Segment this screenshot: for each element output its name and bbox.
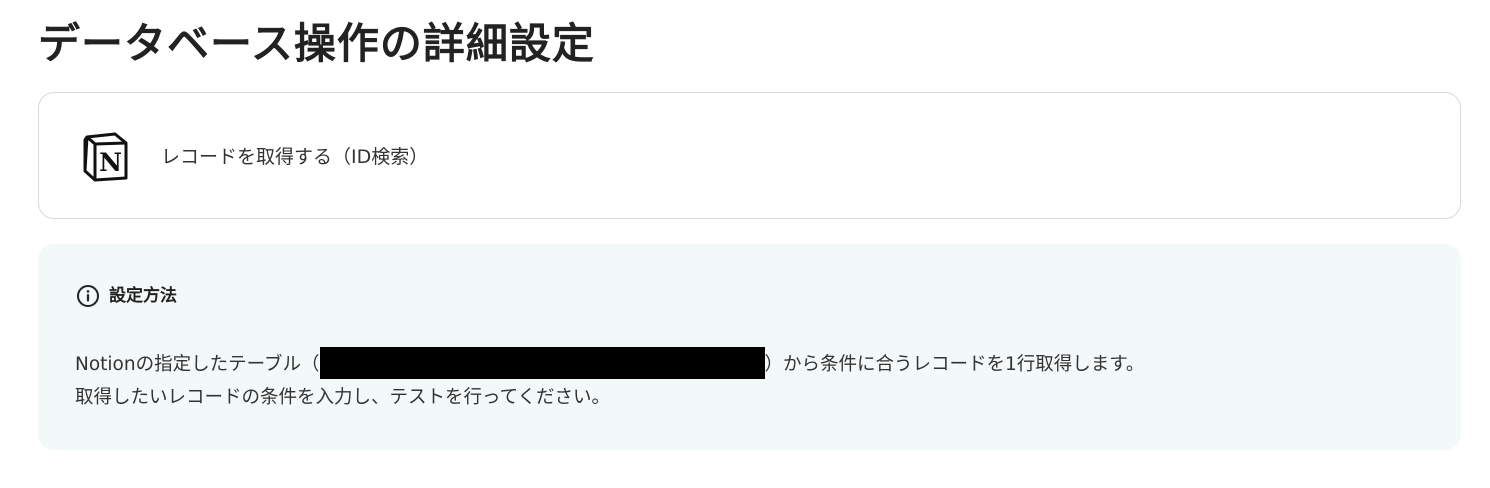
svg-text:N: N — [99, 148, 122, 177]
instruction-line-1-prefix: Notionの指定したテーブル（ — [75, 354, 320, 375]
instruction-line-1-suffix: ）から条件に合うレコードを1行取得します。 — [764, 354, 1145, 375]
action-card[interactable]: N レコードを取得する（ID検索） — [38, 92, 1461, 219]
redacted-block — [319, 347, 765, 379]
page-title: データベース操作の詳細設定 — [38, 19, 595, 68]
notion-icon: N — [83, 132, 128, 182]
action-label: レコードを取得する（ID検索） — [161, 146, 429, 168]
setup-instructions-panel: 設定方法 Notionの指定したテーブル（ ）から条件に合うレコードを1行取得しま… — [38, 244, 1461, 450]
info-heading: 設定方法 — [76, 284, 177, 308]
instruction-line-2: 取得したいレコードの条件を入力し、テストを行ってください。 — [75, 387, 611, 408]
info-icon — [77, 285, 99, 307]
info-heading-label: 設定方法 — [109, 286, 177, 306]
instruction-line-1: Notionの指定したテーブル（ ）から条件に合うレコードを1行取得します。 — [75, 347, 1145, 381]
